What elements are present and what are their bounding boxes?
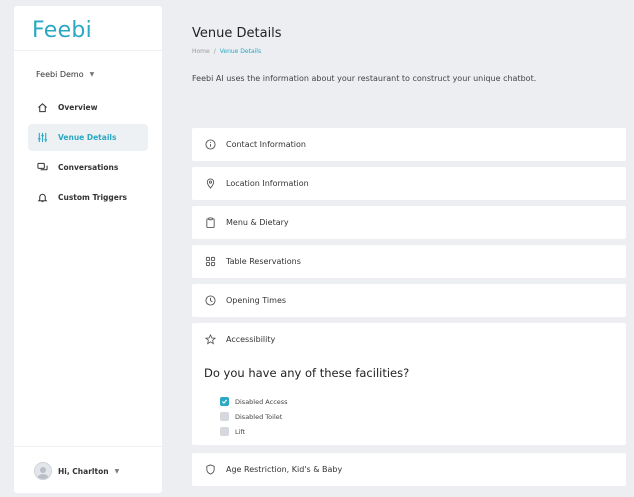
user-name: Hi, Charlton xyxy=(58,466,109,476)
app-logo[interactable]: Feebi xyxy=(32,18,92,43)
star-icon xyxy=(204,334,216,346)
sidebar-divider xyxy=(14,50,162,51)
section-label: Table Reservations xyxy=(226,257,301,266)
sidebar-item-label: Conversations xyxy=(58,163,119,172)
sidebar-divider xyxy=(14,446,162,447)
chevron-down-icon: ▼ xyxy=(89,71,95,78)
sliders-icon xyxy=(36,132,48,144)
section-location-information[interactable]: Location Information xyxy=(192,167,626,200)
sidebar-item-venue-details[interactable]: Venue Details xyxy=(28,124,148,151)
pin-icon xyxy=(204,178,216,190)
facility-option-lift[interactable]: Lift xyxy=(220,424,288,439)
section-label: Location Information xyxy=(226,179,309,188)
org-selector[interactable]: Feebi Demo ▼ xyxy=(36,70,94,79)
section-opening-times[interactable]: Opening Times xyxy=(192,284,626,317)
section-label: Age Restriction, Kid's & Baby xyxy=(226,465,343,474)
breadcrumb-separator: / xyxy=(213,48,216,55)
section-accessibility-header[interactable]: Accessibility xyxy=(192,323,626,356)
checkbox-unchecked[interactable] xyxy=(220,427,229,436)
facility-label: Lift xyxy=(235,427,246,436)
chevron-down-icon: ▼ xyxy=(114,467,120,475)
section-age-restriction[interactable]: Age Restriction, Kid's & Baby xyxy=(192,453,626,486)
sidebar-item-custom-triggers[interactable]: Custom Triggers xyxy=(28,184,148,211)
chat-icon xyxy=(36,162,48,174)
sidebar: Feebi Feebi Demo ▼ Overview Venue Detail… xyxy=(14,6,162,493)
facilities-question: Do you have any of these facilities? xyxy=(204,366,410,380)
bell-icon xyxy=(36,192,48,204)
info-icon xyxy=(204,139,216,151)
section-contact-information[interactable]: Contact Information xyxy=(192,128,626,161)
section-label: Accessibility xyxy=(226,335,276,344)
section-label: Menu & Dietary xyxy=(226,218,289,227)
breadcrumb-current: Venue Details xyxy=(219,48,262,55)
intro-text: Feebi AI uses the information about your… xyxy=(192,74,537,83)
sidebar-item-label: Venue Details xyxy=(58,133,117,142)
clipboard-icon xyxy=(204,217,216,229)
facility-option-disabled-toilet[interactable]: Disabled Toilet xyxy=(220,409,288,424)
sidebar-nav: Overview Venue Details Conversations Cus… xyxy=(28,94,148,214)
facilities-options: Disabled Access Disabled Toilet Lift xyxy=(220,394,288,439)
sidebar-item-overview[interactable]: Overview xyxy=(28,94,148,121)
section-menu-dietary[interactable]: Menu & Dietary xyxy=(192,206,626,239)
user-menu[interactable]: Hi, Charlton ▼ xyxy=(34,462,119,480)
facility-option-disabled-access[interactable]: Disabled Access xyxy=(220,394,288,409)
facility-label: Disabled Access xyxy=(235,397,288,406)
section-table-reservations[interactable]: Table Reservations xyxy=(192,245,626,278)
checkbox-unchecked[interactable] xyxy=(220,412,229,421)
checkbox-checked[interactable] xyxy=(220,397,229,406)
section-label: Opening Times xyxy=(226,296,287,305)
page-title: Venue Details xyxy=(192,26,282,41)
facility-label: Disabled Toilet xyxy=(235,412,283,421)
breadcrumb: Home / Venue Details xyxy=(192,48,261,55)
breadcrumb-home[interactable]: Home xyxy=(192,48,210,55)
main-content: Venue Details Home / Venue Details Feebi… xyxy=(176,6,628,493)
sidebar-item-label: Custom Triggers xyxy=(58,193,128,202)
section-accessibility: Accessibility Do you have any of these f… xyxy=(192,323,626,445)
avatar xyxy=(34,462,52,480)
org-name: Feebi Demo xyxy=(36,70,84,79)
home-icon xyxy=(36,102,48,114)
grid-icon xyxy=(204,256,216,268)
shield-icon xyxy=(204,464,216,476)
section-label: Contact Information xyxy=(226,140,306,149)
clock-icon xyxy=(204,295,216,307)
sidebar-item-label: Overview xyxy=(58,103,98,112)
sidebar-item-conversations[interactable]: Conversations xyxy=(28,154,148,181)
